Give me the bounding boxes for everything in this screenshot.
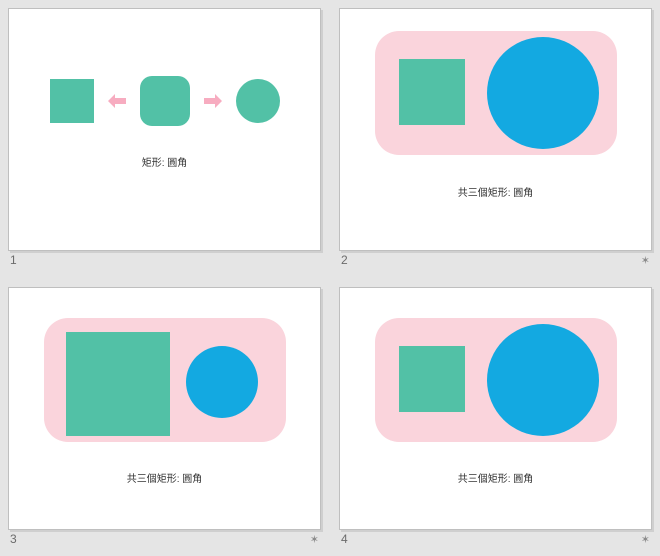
transition-star-icon: ✶ — [641, 533, 650, 546]
square-shape — [66, 332, 170, 436]
slide-cell-1: 矩形: 圓角 1 — [8, 8, 321, 269]
slide-cell-2: 共三個矩形: 圓角 2 ✶ — [339, 8, 652, 269]
circle-shape — [236, 79, 280, 123]
circle-shape — [487, 324, 599, 436]
slide-cell-3: 共三個矩形: 圓角 3 ✶ — [8, 287, 321, 548]
slide-footer: 1 — [8, 251, 321, 269]
slide-thumbnail-grid: 矩形: 圓角 1 共三個矩形: 圓角 2 ✶ 共三個矩形: 圓角 — [0, 0, 660, 556]
square-shape — [399, 346, 465, 412]
slide-number: 3 — [10, 532, 17, 546]
slide-cell-4: 共三個矩形: 圓角 4 ✶ — [339, 287, 652, 548]
slide-footer: 4 ✶ — [339, 530, 652, 548]
slide-caption: 共三個矩形: 圓角 — [458, 470, 534, 485]
slide-caption: 共三個矩形: 圓角 — [458, 184, 534, 199]
slide-number: 2 — [341, 253, 348, 267]
slide-thumbnail-1[interactable]: 矩形: 圓角 — [8, 8, 321, 251]
rounded-container-shape — [375, 318, 617, 442]
square-shape — [50, 79, 94, 123]
slide-number: 1 — [10, 253, 17, 267]
slide-caption: 共三個矩形: 圓角 — [127, 470, 203, 485]
rounded-container-shape — [44, 318, 286, 442]
slide-thumbnail-2[interactable]: 共三個矩形: 圓角 — [339, 8, 652, 251]
transition-star-icon: ✶ — [310, 533, 319, 546]
slide-number: 4 — [341, 532, 348, 546]
circle-shape — [186, 346, 258, 418]
morph-sequence — [50, 76, 280, 126]
slide-footer: 3 ✶ — [8, 530, 321, 548]
slide-footer: 2 ✶ — [339, 251, 652, 269]
transition-star-icon: ✶ — [641, 254, 650, 267]
rounded-container-shape — [375, 31, 617, 155]
square-shape — [399, 59, 465, 125]
slide-caption: 矩形: 圓角 — [142, 154, 188, 169]
rounded-rectangle-shape — [140, 76, 190, 126]
slide-thumbnail-3[interactable]: 共三個矩形: 圓角 — [8, 287, 321, 530]
arrow-right-icon — [204, 94, 222, 108]
arrow-left-icon — [108, 94, 126, 108]
slide-thumbnail-4[interactable]: 共三個矩形: 圓角 — [339, 287, 652, 530]
circle-shape — [487, 37, 599, 149]
